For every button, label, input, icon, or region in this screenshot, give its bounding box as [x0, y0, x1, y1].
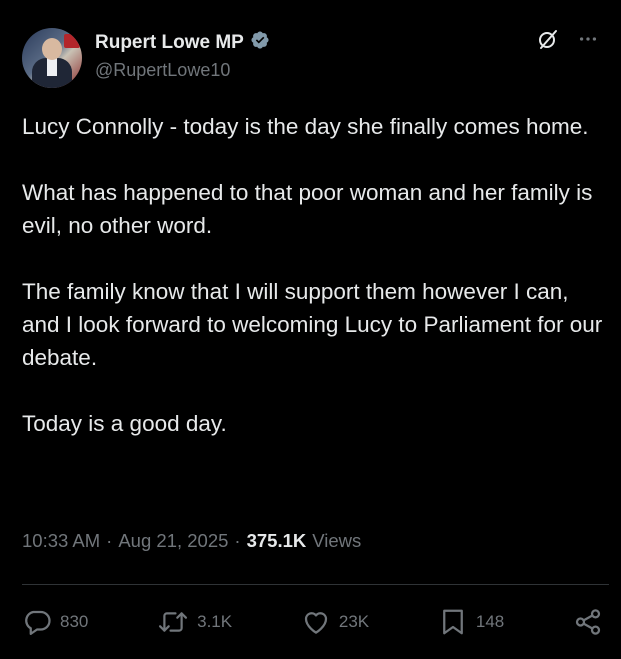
repost-count: 3.1K	[197, 612, 233, 631]
author-handle[interactable]: @RupertLowe10	[95, 60, 230, 81]
post-date[interactable]: Aug 21, 2025	[118, 530, 228, 552]
more-icon	[577, 28, 599, 55]
action-bar: 830 3.1K 23K 148	[22, 602, 603, 642]
bookmark-button[interactable]: 148	[438, 607, 504, 637]
like-icon	[301, 607, 331, 637]
views-count[interactable]: 375.1K	[247, 530, 307, 552]
post-header: Rupert Lowe MP @RupertLowe10	[22, 24, 601, 88]
avatar[interactable]	[22, 28, 82, 88]
reply-count: 830	[60, 612, 89, 631]
like-count: 23K	[338, 612, 370, 631]
post-text: Lucy Connolly - today is the day she fin…	[22, 110, 612, 440]
reply-icon	[22, 607, 52, 637]
bookmark-icon	[438, 607, 468, 637]
grok-button[interactable]	[535, 28, 561, 54]
post-meta: 10:33 AM · Aug 21, 2025 · 375.1K Views	[22, 530, 362, 552]
author-name-row[interactable]: Rupert Lowe MP	[95, 30, 270, 55]
share-icon	[573, 607, 603, 637]
views-label: Views	[312, 530, 362, 551]
like-button[interactable]: 23K	[301, 607, 369, 637]
repost-button[interactable]: 3.1K	[157, 607, 232, 637]
post-paragraph: The family know that I will support them…	[22, 279, 603, 370]
repost-icon	[157, 607, 189, 637]
grok-icon	[536, 27, 560, 56]
reply-button[interactable]: 830	[22, 607, 88, 637]
more-options-button[interactable]	[575, 28, 601, 54]
share-button[interactable]	[573, 607, 603, 637]
post-paragraph: What has happened to that poor woman and…	[22, 180, 593, 238]
divider	[22, 584, 609, 585]
post-paragraph: Lucy Connolly - today is the day she fin…	[22, 114, 589, 139]
author-display-name[interactable]: Rupert Lowe MP	[95, 32, 244, 54]
post-time[interactable]: 10:33 AM	[22, 530, 100, 552]
verified-badge-icon	[250, 30, 270, 55]
post-paragraph: Today is a good day.	[22, 411, 227, 436]
bookmark-count: 148	[475, 612, 505, 631]
